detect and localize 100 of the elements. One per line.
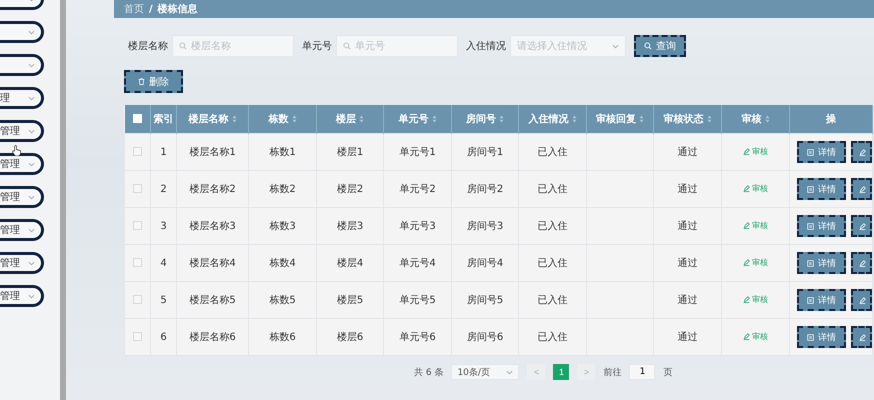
edit-icon xyxy=(743,222,750,229)
table-cell: 已入住 xyxy=(538,221,568,232)
sidebar-menu-item[interactable]: 管理 xyxy=(0,120,44,142)
sidebar-menu-item[interactable]: 管理 xyxy=(0,285,44,307)
sidebar-menu-item[interactable]: 管理 xyxy=(0,186,44,208)
sort-icon[interactable] xyxy=(359,115,364,123)
row-checkbox[interactable] xyxy=(133,184,142,194)
table-cell: 楼层名称2 xyxy=(189,184,236,195)
document-icon xyxy=(807,148,814,156)
table-cell: 2 xyxy=(160,184,167,194)
column-header: 单元号 xyxy=(398,112,428,126)
review-link[interactable]: 审核 xyxy=(743,257,768,268)
table-cell: 楼层3 xyxy=(336,221,364,232)
sort-icon[interactable] xyxy=(764,115,770,123)
prev-page-button[interactable]: < xyxy=(527,364,546,380)
table-cell: 房间号1 xyxy=(466,147,504,158)
search-button[interactable]: 查询 xyxy=(634,35,686,57)
column-header: 审核状态 xyxy=(664,112,704,126)
sidebar-menu-item[interactable]: 理 xyxy=(0,87,44,109)
table-cell: 单元号2 xyxy=(399,184,436,195)
document-icon xyxy=(807,260,814,266)
table-cell: 房间号2 xyxy=(466,184,504,195)
page-suffix: 页 xyxy=(663,366,672,378)
detail-button[interactable]: 详情 xyxy=(797,178,846,200)
document-icon xyxy=(807,334,814,340)
table-cell: 单元号5 xyxy=(399,295,436,306)
detail-button[interactable]: 详情 xyxy=(797,215,846,237)
sort-icon[interactable] xyxy=(499,115,504,123)
table-cell: 房间号4 xyxy=(466,258,504,269)
sort-icon[interactable] xyxy=(432,115,436,123)
table-cell: 通过 xyxy=(678,258,698,269)
table-cell: 3 xyxy=(160,220,167,232)
search-icon xyxy=(343,42,351,50)
row-checkbox[interactable] xyxy=(133,258,142,268)
edit-button[interactable] xyxy=(851,178,872,200)
review-link[interactable]: 审核 xyxy=(743,294,768,305)
page-size-select[interactable]: 10条/页 xyxy=(451,364,520,380)
sort-icon[interactable] xyxy=(232,115,236,123)
select-all-checkbox[interactable] xyxy=(132,114,142,124)
edit-button[interactable] xyxy=(851,326,872,348)
document-icon xyxy=(807,296,814,304)
row-checkbox[interactable] xyxy=(133,295,142,304)
row-checkbox[interactable] xyxy=(133,221,142,230)
edit-icon xyxy=(859,296,866,304)
table-cell: 楼层2 xyxy=(336,184,364,195)
edit-icon xyxy=(743,333,750,340)
breadcrumb-current: 楼栋信息 xyxy=(158,2,198,16)
goto-page-input[interactable]: 1 xyxy=(629,364,656,380)
goto-label: 前往 xyxy=(603,366,622,378)
total-count: 共 6 条 xyxy=(414,366,444,378)
detail-button[interactable]: 详情 xyxy=(797,141,846,163)
edit-icon xyxy=(859,148,866,156)
sort-icon[interactable] xyxy=(292,115,296,123)
page-number[interactable]: 1 xyxy=(553,364,570,380)
edit-icon xyxy=(743,259,750,266)
table-cell: 楼层名称4 xyxy=(189,258,236,269)
detail-button[interactable]: 详情 xyxy=(797,289,846,311)
breadcrumb-link[interactable]: 首页 xyxy=(124,2,144,16)
next-page-button[interactable]: > xyxy=(577,364,596,380)
review-link[interactable]: 审核 xyxy=(743,146,768,157)
edit-icon xyxy=(859,334,866,340)
table-cell: 房间号3 xyxy=(466,221,504,232)
field-label: 单元号 xyxy=(302,40,332,53)
sidebar-menu-item[interactable]: 管理 xyxy=(0,219,44,241)
sort-icon[interactable] xyxy=(639,115,644,123)
search-icon xyxy=(644,42,652,50)
table-cell: 楼层4 xyxy=(336,258,364,269)
hand-cursor-icon xyxy=(12,145,21,156)
delete-button[interactable]: 删除 xyxy=(124,70,183,93)
review-link[interactable]: 审核 xyxy=(743,331,768,342)
table-cell: 栋数1 xyxy=(269,147,296,158)
sidebar-menu-item[interactable] xyxy=(0,54,44,76)
trash-icon xyxy=(138,78,145,85)
edit-icon xyxy=(859,260,866,266)
table-cell: 6 xyxy=(160,332,167,342)
table-cell: 单元号1 xyxy=(399,147,436,158)
review-link[interactable]: 审核 xyxy=(743,220,768,231)
column-header: 操 xyxy=(826,112,836,126)
edit-button[interactable] xyxy=(851,252,872,274)
row-checkbox[interactable] xyxy=(133,332,142,342)
table-cell: 1 xyxy=(160,146,167,158)
review-link[interactable]: 审核 xyxy=(743,183,768,194)
sort-icon[interactable] xyxy=(706,115,712,123)
sidebar-menu-item[interactable]: 管理 xyxy=(0,153,44,175)
table-cell: 栋数2 xyxy=(269,184,296,195)
detail-button[interactable]: 详情 xyxy=(797,252,846,274)
detail-button[interactable]: 详情 xyxy=(797,326,846,348)
table-cell: 栋数6 xyxy=(269,332,296,343)
edit-button[interactable] xyxy=(851,289,872,311)
sidebar-menu-item[interactable] xyxy=(0,21,44,43)
table-cell: 已入住 xyxy=(538,332,568,343)
edit-button[interactable] xyxy=(851,141,872,163)
sidebar-menu-item[interactable]: 管理 xyxy=(0,252,44,274)
sort-icon[interactable] xyxy=(572,115,576,123)
column-header: 楼层 xyxy=(336,112,356,126)
row-checkbox[interactable] xyxy=(133,147,142,156)
edit-button[interactable] xyxy=(851,215,872,237)
breadcrumb-separator: / xyxy=(149,4,153,14)
search-icon xyxy=(179,42,187,50)
column-header: 栋数 xyxy=(268,112,288,126)
